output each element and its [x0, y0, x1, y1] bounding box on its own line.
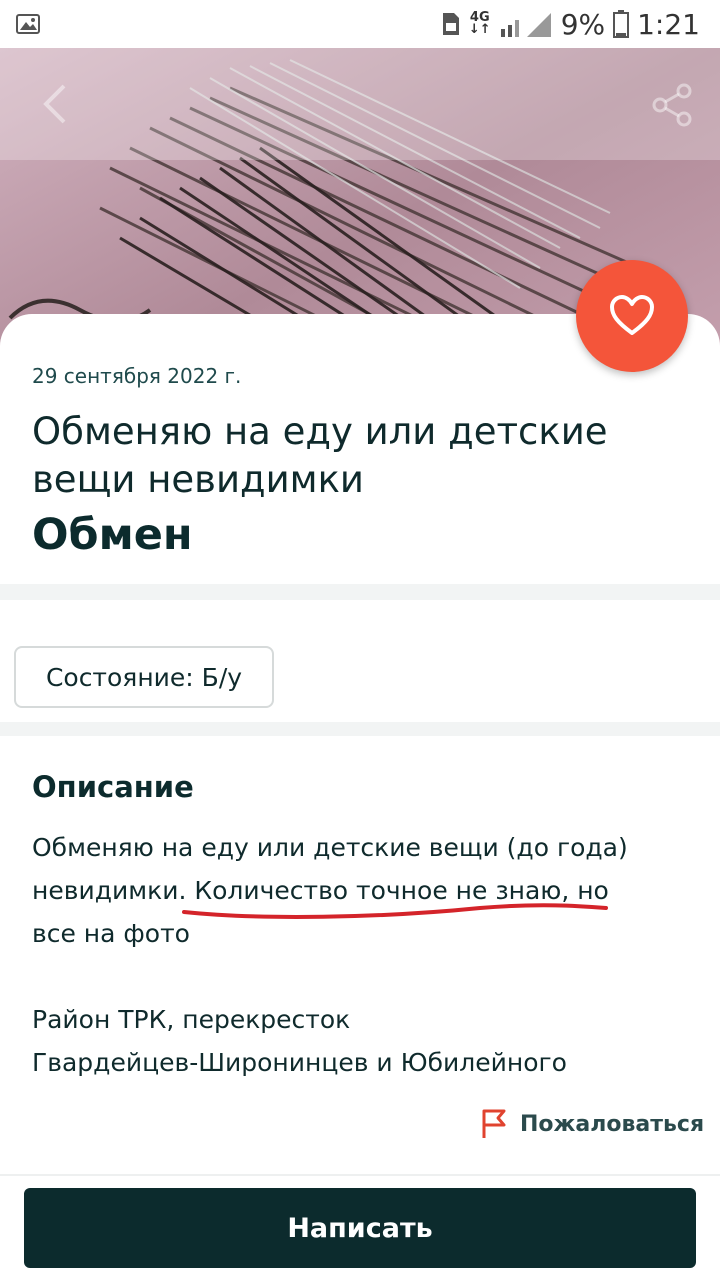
description-text: Обменяю на еду или детские вещи (до года… — [32, 826, 692, 1084]
description-line: Гвардейцев-Широнинцев и Юбилейного — [32, 1048, 567, 1077]
screen: 4G ↓↑ 9% 1:21 29 сентября 2022 г. Обменя… — [0, 0, 720, 1280]
clock: 1:21 — [637, 7, 700, 41]
network-type: 4G ↓↑ — [468, 10, 491, 37]
condition-chip: Состояние: Б/у — [14, 646, 274, 708]
section-divider — [0, 584, 720, 600]
heart-icon — [610, 295, 654, 335]
description-line: Район ТРК, перекресток — [32, 1005, 351, 1034]
gallery-notification-icon — [16, 14, 40, 34]
red-underline-annotation — [182, 903, 608, 919]
status-bar: 4G ↓↑ 9% 1:21 — [0, 0, 720, 48]
favorite-button[interactable] — [576, 260, 688, 372]
sim-card-icon — [442, 13, 459, 35]
description-line: Обменяю на еду или детские вещи (до года… — [32, 833, 628, 862]
listing-title: Обменяю на еду или детские вещи невидимк… — [32, 410, 608, 501]
write-button-label: Написать — [287, 1212, 433, 1244]
back-arrow-icon[interactable] — [36, 82, 76, 126]
share-icon[interactable] — [650, 82, 696, 128]
section-divider — [0, 722, 720, 736]
listing-price: Обмен — [32, 510, 193, 560]
condition-label: Состояние: Б/у — [45, 662, 243, 692]
photo-header-overlay — [0, 48, 720, 160]
report-label: Пожаловаться — [520, 1111, 705, 1137]
write-message-button[interactable]: Написать — [24, 1188, 696, 1268]
battery-icon — [613, 10, 630, 38]
signal-icon — [500, 13, 551, 37]
status-right: 4G ↓↑ 9% 1:21 — [441, 8, 700, 41]
battery-percent: 9% — [560, 7, 606, 41]
description-heading: Описание — [32, 770, 194, 804]
listing-date: 29 сентября 2022 г. — [32, 364, 242, 388]
report-button[interactable]: Пожаловаться — [480, 1108, 704, 1140]
flag-icon — [482, 1109, 506, 1138]
bottom-divider — [0, 1174, 720, 1176]
